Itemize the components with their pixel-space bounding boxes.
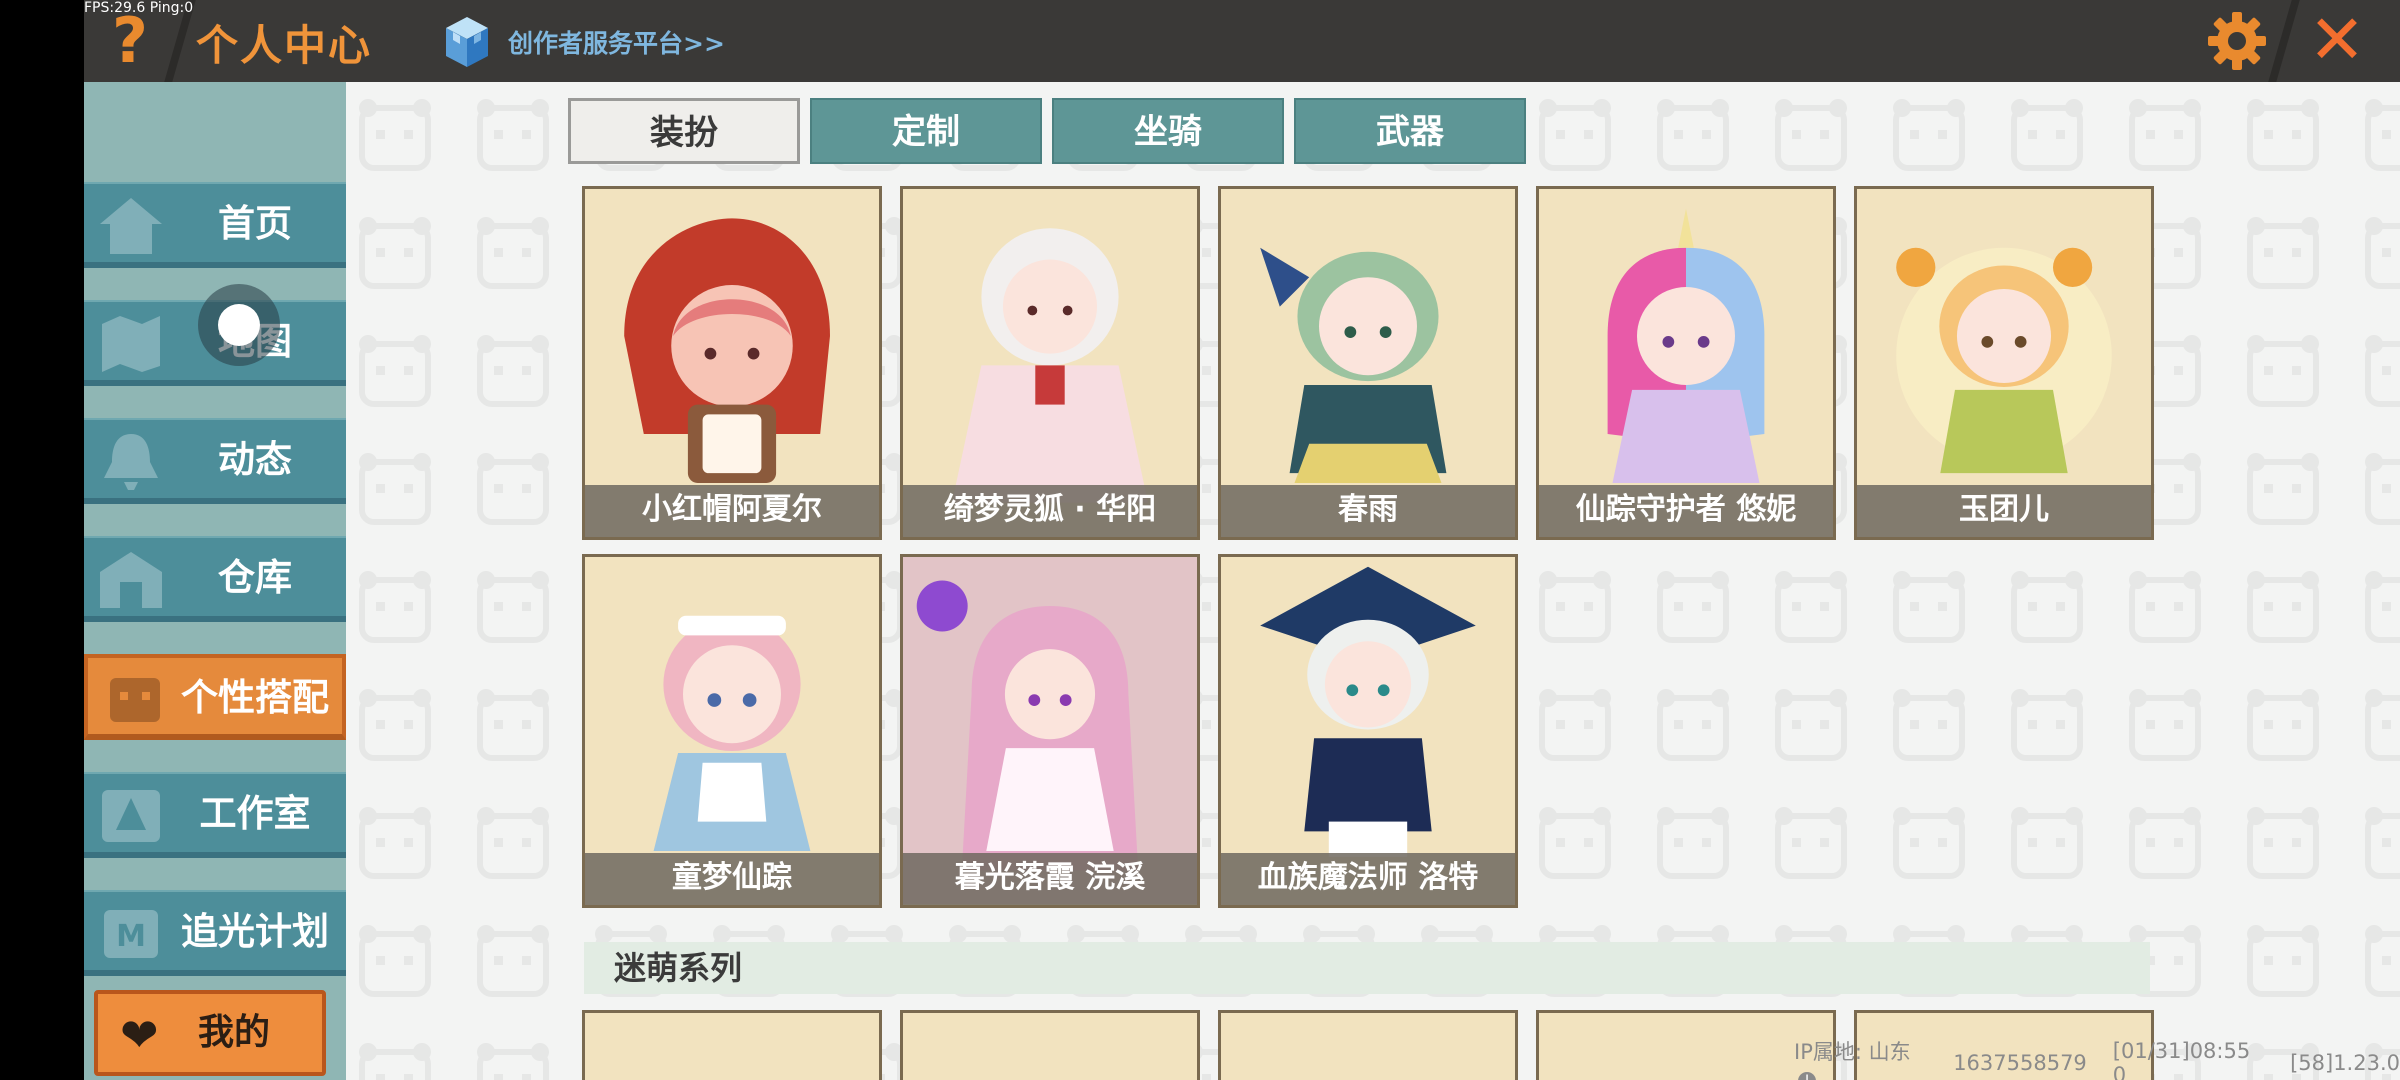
my-button[interactable]: ❤ 我的 — [94, 990, 326, 1076]
page-title: 个人中心 — [196, 21, 373, 70]
skin-card[interactable]: 玉团儿 — [1854, 186, 2154, 540]
skin-card[interactable]: 绮梦灵狐 · 华阳 — [900, 186, 1200, 540]
creator-platform-link[interactable]: 创作者服务平台>> — [444, 14, 725, 70]
skin-name: 小红帽阿夏尔 — [585, 485, 879, 537]
character-portrait — [1221, 557, 1515, 904]
plan-icon: M — [104, 910, 158, 958]
skin-card[interactable]: 小红帽阿夏尔 — [582, 186, 882, 540]
skin-name: 血族魔法师 洛特 — [1221, 853, 1515, 905]
sidebar: 首页 地图 动态 仓库 个性搭配 工作室 M 追光计划 ❤ 我的 — [84, 82, 346, 1080]
skin-card-partial[interactable] — [900, 1010, 1200, 1080]
character-icon — [110, 678, 160, 722]
app: ? 个人中心 创作者服务平台>> ✕ 首页 动态 仓库 个性搭配 工作室 M 追… — [84, 0, 2400, 1080]
fps-readout: FPS:29.6 Ping:0 — [84, 0, 194, 16]
sidebar-item-label: 个性搭配 — [181, 676, 329, 719]
sidebar-item-studio[interactable]: 工作室 — [84, 772, 346, 858]
character-portrait — [1221, 189, 1515, 536]
studio-icon — [102, 790, 160, 842]
skin-name: 仙踪守护者 悠妮 — [1539, 485, 1833, 537]
top-bar: ? 个人中心 创作者服务平台>> ✕ — [84, 0, 2400, 82]
svg-text:M: M — [116, 919, 146, 954]
map-icon — [102, 316, 160, 372]
character-portrait — [903, 557, 1197, 904]
user-id: 1637558579 — [1953, 1051, 2087, 1075]
skin-card-partial[interactable] — [1218, 1010, 1518, 1080]
character-portrait — [585, 557, 879, 904]
tab-outfit[interactable]: 装扮 — [568, 98, 800, 164]
character-portrait — [585, 189, 879, 536]
tab-mount[interactable]: 坐骑 — [1052, 98, 1284, 164]
sidebar-item-warehouse[interactable]: 仓库 — [84, 536, 346, 622]
ip-location: IP属地: 山东! — [1794, 1036, 1927, 1080]
left-black-margin — [0, 0, 84, 1080]
tab-custom[interactable]: 定制 — [810, 98, 1042, 164]
home-icon — [100, 198, 162, 254]
warehouse-icon — [100, 552, 162, 608]
skin-card-partial[interactable] — [1536, 1010, 1836, 1080]
character-portrait — [903, 189, 1197, 536]
skin-name: 绮梦灵狐 · 华阳 — [903, 485, 1197, 537]
cube-icon — [444, 15, 490, 69]
sidebar-item-label: 追光计划 — [181, 910, 329, 953]
sidebar-item-label: 仓库 — [218, 556, 292, 599]
skin-card[interactable]: 血族魔法师 洛特 — [1218, 554, 1518, 908]
bell-icon — [104, 434, 158, 490]
info-icon[interactable]: ! — [1798, 1072, 1816, 1080]
heart-icon: ❤ — [120, 1008, 159, 1062]
skin-card[interactable]: 仙踪守护者 悠妮 — [1536, 186, 1836, 540]
sidebar-item-label: 工作室 — [199, 792, 311, 835]
sidebar-item-label: 首页 — [218, 202, 292, 245]
sidebar-item-plan[interactable]: M 追光计划 — [84, 890, 346, 976]
sidebar-item-label: 动态 — [218, 438, 292, 481]
status-bar: IP属地: 山东! 1637558579 [01/31]08:55 0 [58]… — [1794, 1039, 2400, 1080]
question-mark-icon[interactable]: ? — [100, 8, 160, 74]
right-separator — [2268, 0, 2300, 82]
close-icon[interactable]: ✕ — [2306, 7, 2368, 75]
sidebar-item-feed[interactable]: 动态 — [84, 418, 346, 504]
version: [58]1.23.0 — [2290, 1051, 2400, 1075]
tab-bar: 装扮 定制 坐骑 武器 — [568, 98, 1526, 166]
tab-weapon[interactable]: 武器 — [1294, 98, 1526, 164]
skin-card[interactable]: 春雨 — [1218, 186, 1518, 540]
skin-card[interactable]: 童梦仙踪 — [582, 554, 882, 908]
my-button-label: 我的 — [198, 1012, 271, 1053]
character-portrait — [1857, 189, 2151, 536]
skin-name: 童梦仙踪 — [585, 853, 879, 905]
floating-joystick[interactable] — [198, 284, 280, 366]
sidebar-item-outfit[interactable]: 个性搭配 — [84, 654, 346, 740]
main-panel: 装扮 定制 坐骑 武器 小红帽阿夏尔 绮梦灵狐 · 华阳 春雨 仙踪守护者 悠妮… — [346, 82, 2400, 1080]
skin-name: 春雨 — [1221, 485, 1515, 537]
series-title: 迷萌系列 — [614, 949, 743, 987]
skin-card-partial[interactable] — [582, 1010, 882, 1080]
sidebar-item-home[interactable]: 首页 — [84, 182, 346, 268]
timestamp: [01/31]08:55 0 — [2112, 1039, 2251, 1080]
series-section-header: 迷萌系列 — [584, 942, 2150, 994]
creator-link-label: 创作者服务平台>> — [508, 29, 725, 58]
gear-icon[interactable] — [2206, 10, 2268, 72]
character-portrait — [1539, 189, 1833, 536]
skin-name: 暮光落霞 浣溪 — [903, 853, 1197, 905]
skin-name: 玉团儿 — [1857, 485, 2151, 537]
skin-card[interactable]: 暮光落霞 浣溪 — [900, 554, 1200, 908]
